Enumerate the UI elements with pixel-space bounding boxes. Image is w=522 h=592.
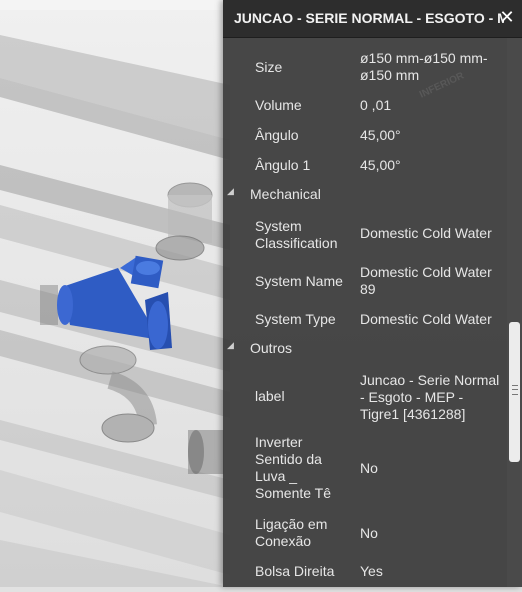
property-row-angulo: Ângulo 45,00° [223, 124, 507, 146]
panel-header: JUNCAO - SERIE NORMAL - ESGOTO - MEP ✕ [223, 0, 522, 38]
property-key: Bolsa Direita [255, 563, 335, 579]
property-key: System Type [255, 311, 336, 327]
property-value: 45,00° [360, 157, 401, 173]
property-row-label: label Juncao - Serie Normal - Esgoto - M… [223, 370, 507, 426]
properties-list[interactable]: Size ø150 mm-ø150 mm-ø150 mm Volume 0 ,0… [223, 38, 507, 587]
property-row-inverter-sentido: Inverter Sentido da Luva _ Somente Tê No [223, 432, 507, 506]
property-row-volume: Volume 0 ,01 [223, 94, 507, 116]
property-value: 45,00° [360, 127, 401, 143]
close-icon[interactable]: ✕ [497, 8, 517, 28]
property-value: Domestic Cold Water 89 [360, 264, 492, 297]
category-label: Outros [250, 340, 293, 356]
property-value: 0 ,01 [360, 97, 392, 113]
category-mechanical[interactable]: ◢ Mechanical [223, 184, 507, 206]
grip-icon [512, 385, 518, 395]
property-key: Volume [255, 97, 302, 113]
property-value: ø150 mm-ø150 mm-ø150 mm [360, 50, 488, 83]
property-value: Domestic Cold Water [360, 311, 492, 327]
collapse-triangle-icon[interactable]: ◢ [227, 341, 234, 351]
property-key: Ângulo [255, 127, 299, 143]
property-value: No [360, 525, 378, 541]
property-row-angulo-1: Ângulo 1 45,00° [223, 154, 507, 176]
property-key: Ângulo 1 [255, 157, 311, 173]
property-value: Yes [360, 563, 383, 579]
category-label: Mechanical [250, 186, 321, 202]
property-value: Juncao - Serie Normal - Esgoto - MEP - T… [360, 372, 500, 422]
property-row-ligacao-conexao: Ligação em Conexão No [223, 514, 507, 554]
property-row-system-classification: System Classification Domestic Cold Wate… [223, 216, 507, 256]
property-key: Size [255, 59, 283, 75]
properties-panel: JUNCAO - SERIE NORMAL - ESGOTO - MEP ✕ S… [223, 0, 522, 587]
property-key: Ligação em Conexão [255, 516, 328, 549]
property-key: Inverter Sentido da Luva _ Somente Tê [255, 434, 332, 501]
collapse-triangle-icon[interactable]: ◢ [227, 187, 234, 197]
property-key: System Name [255, 273, 343, 289]
property-key: label [255, 388, 285, 404]
property-row-size: Size ø150 mm-ø150 mm-ø150 mm [223, 48, 507, 88]
property-row-system-type: System Type Domestic Cold Water [223, 308, 507, 330]
property-row-system-name: System Name Domestic Cold Water 89 [223, 262, 507, 302]
panel-title: JUNCAO - SERIE NORMAL - ESGOTO - MEP [234, 10, 504, 26]
property-value: Domestic Cold Water [360, 225, 492, 241]
property-value: No [360, 460, 378, 476]
scrollbar-thumb[interactable] [509, 322, 520, 462]
property-key: System Classification [255, 218, 338, 251]
property-row-bolsa-direita: Bolsa Direita Yes [223, 560, 507, 582]
category-outros[interactable]: ◢ Outros [223, 338, 507, 360]
panel-scrollbar[interactable] [507, 38, 522, 587]
